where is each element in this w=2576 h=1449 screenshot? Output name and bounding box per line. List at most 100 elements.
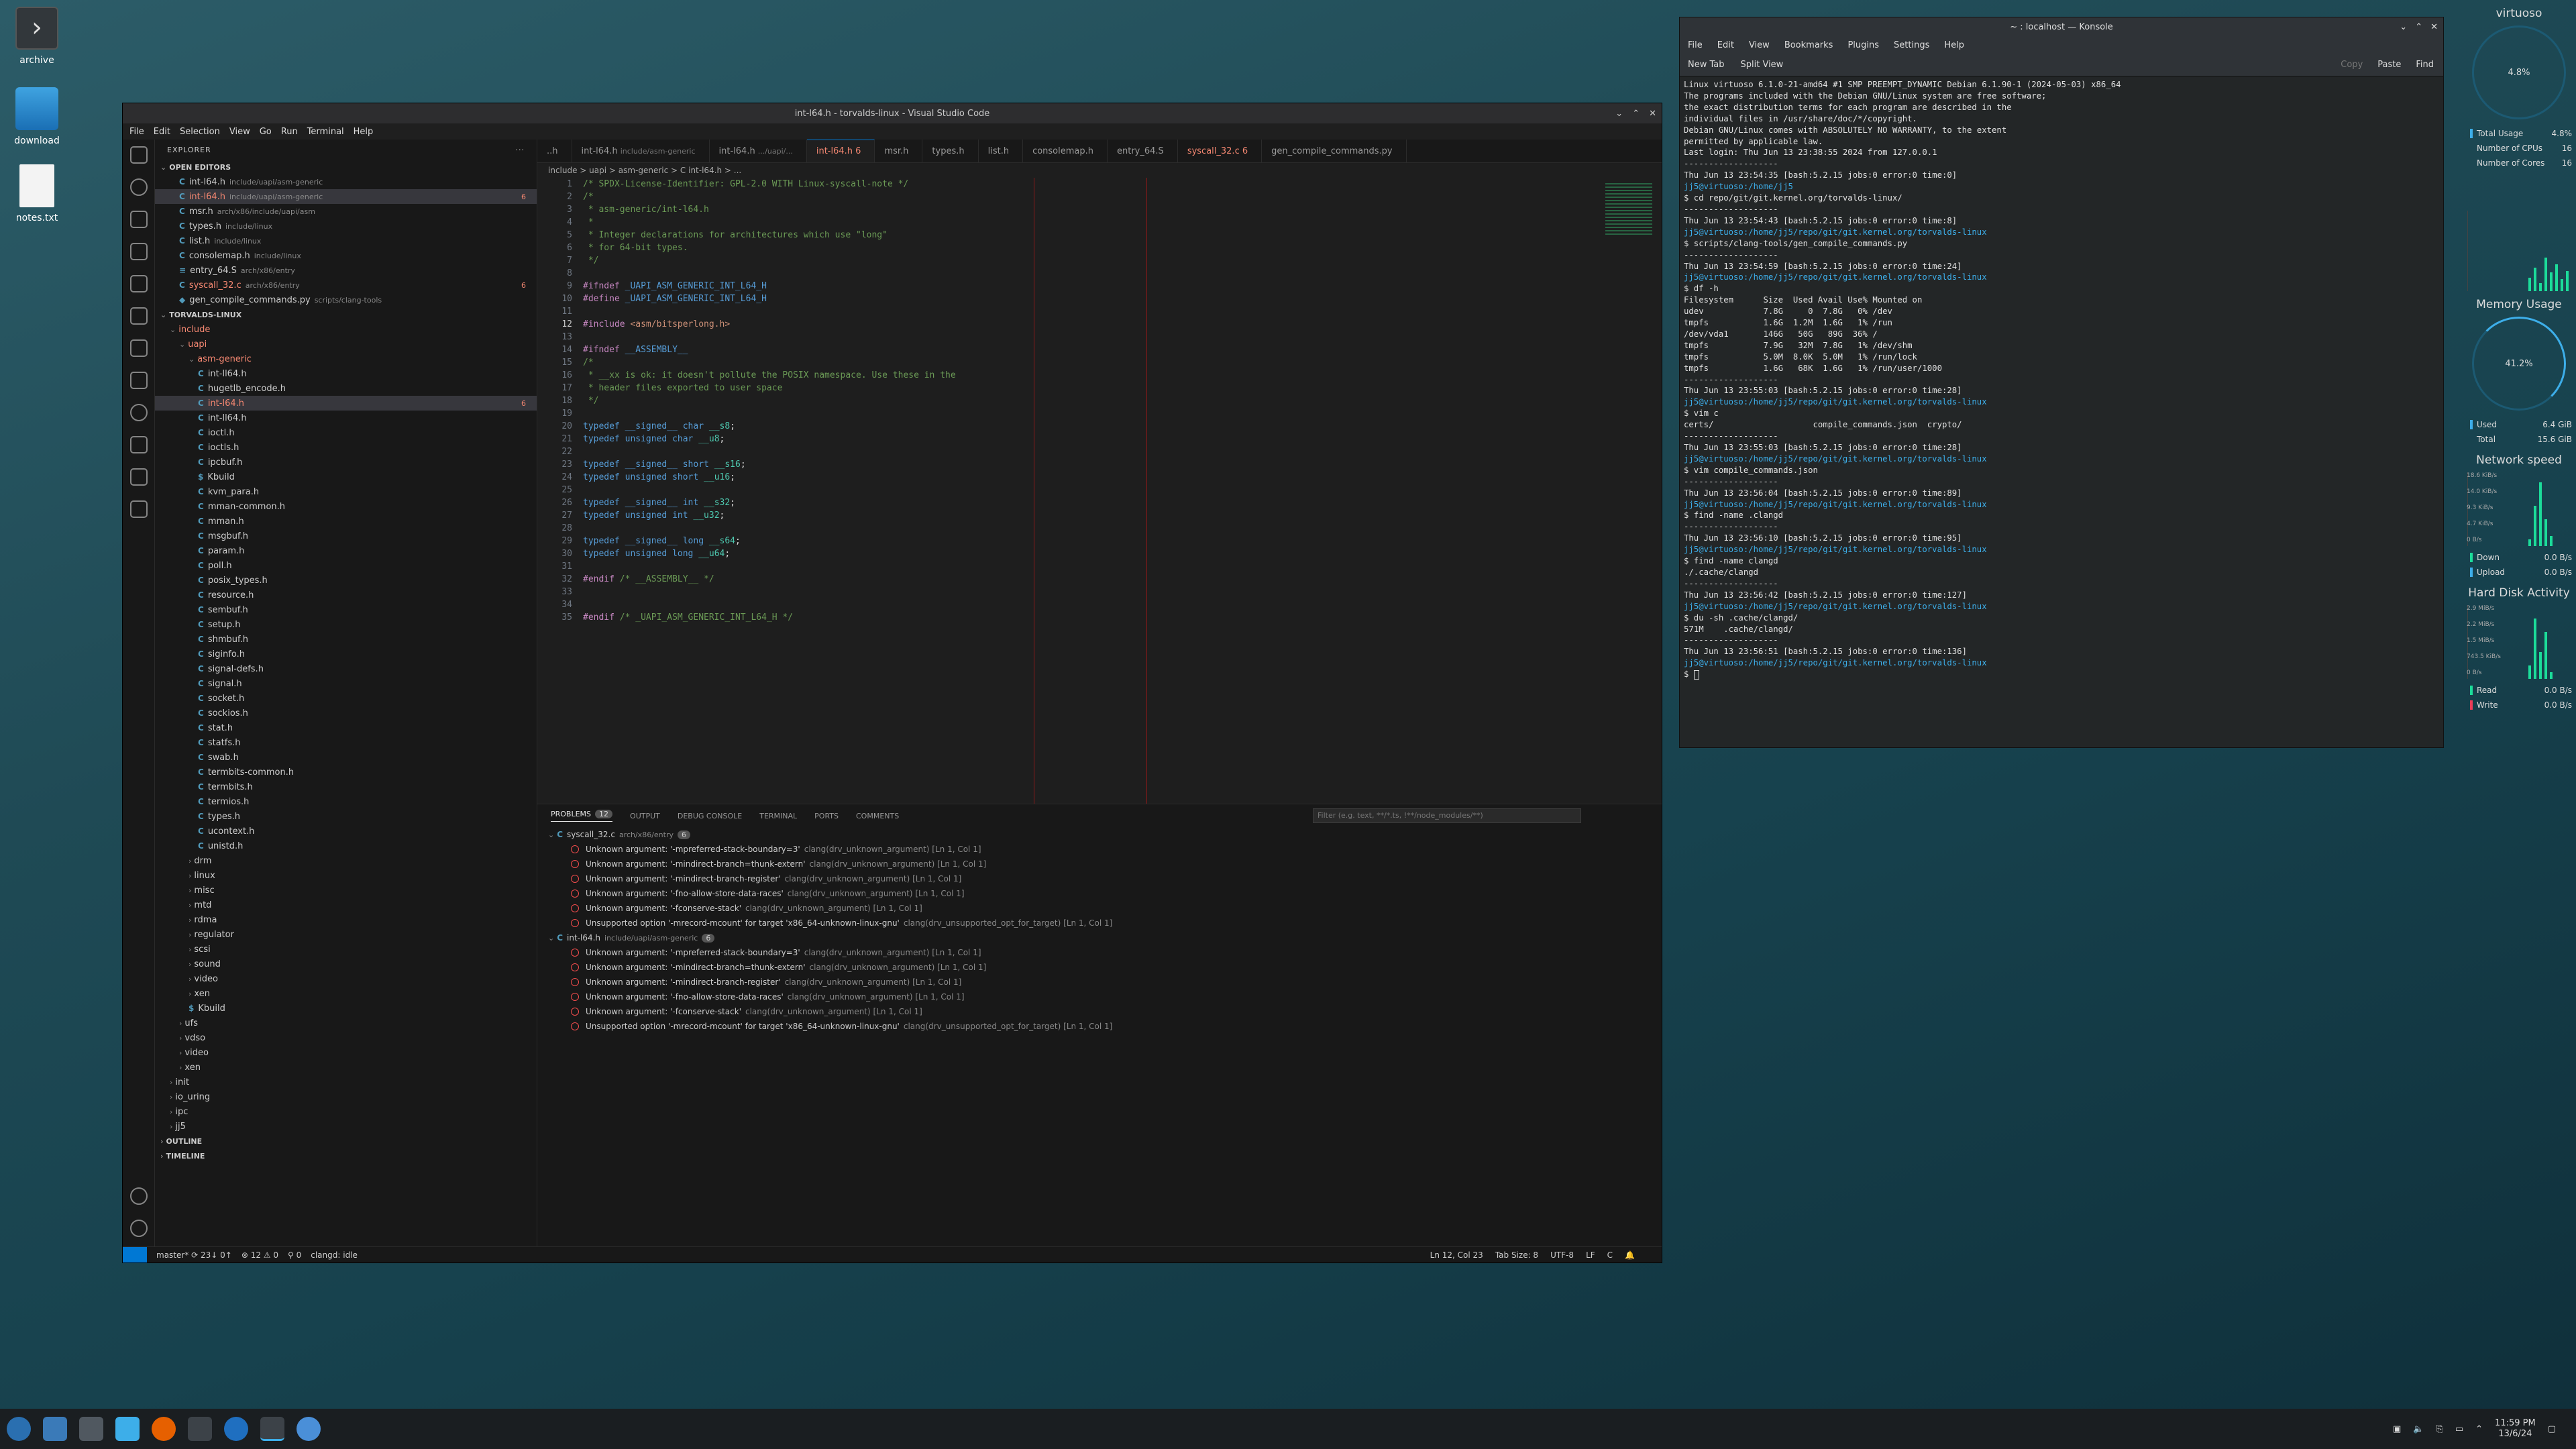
- konsole-titlebar[interactable]: ~ : localhost — Konsole ⌄ ⌃ ✕: [1680, 17, 2443, 36]
- app-launcher-icon[interactable]: [7, 1417, 31, 1441]
- tree-file[interactable]: Csetup.h: [155, 617, 537, 632]
- language-status[interactable]: C: [1607, 1250, 1613, 1260]
- run-debug-icon[interactable]: [129, 243, 148, 260]
- tree-folder[interactable]: ⌄ include: [155, 322, 537, 337]
- problem-item[interactable]: Unknown argument: '-mindirect-branch=thu…: [537, 960, 1662, 975]
- panel-tab-problems[interactable]: PROBLEMS 12: [551, 810, 613, 822]
- firefox-icon[interactable]: [152, 1417, 176, 1441]
- tree-file[interactable]: Cshmbuf.h: [155, 632, 537, 647]
- cursor-position-status[interactable]: Ln 12, Col 23: [1430, 1250, 1483, 1260]
- tree-file[interactable]: Cmman-common.h: [155, 499, 537, 514]
- tree-file[interactable]: Cparam.h: [155, 543, 537, 558]
- tree-folder[interactable]: › drm: [155, 853, 537, 868]
- editor-tab[interactable]: entry_64.S: [1108, 140, 1178, 162]
- tree-file[interactable]: Cunistd.h: [155, 839, 537, 853]
- split-view-button[interactable]: Split View: [1741, 60, 1784, 70]
- tree-folder[interactable]: › xen: [155, 1060, 537, 1075]
- tree-file[interactable]: Ctypes.h: [155, 809, 537, 824]
- tree-file[interactable]: Chugetlb_encode.h: [155, 381, 537, 396]
- tree-file[interactable]: Cresource.h: [155, 588, 537, 602]
- tree-file[interactable]: $ Kbuild: [155, 1001, 537, 1016]
- file-manager-icon[interactable]: [115, 1417, 140, 1441]
- menu-edit[interactable]: Edit: [1717, 40, 1734, 50]
- minimize-icon[interactable]: ⌄: [2400, 22, 2407, 32]
- desktop-pager-icon[interactable]: [43, 1417, 67, 1441]
- github-icon[interactable]: [129, 404, 148, 421]
- editor-tab[interactable]: consolemap.h: [1023, 140, 1108, 162]
- copy-button[interactable]: Copy: [2341, 60, 2363, 70]
- notifications-icon[interactable]: 🔔: [1625, 1250, 1635, 1260]
- code-editor[interactable]: 1 /* SPDX-License-Identifier: GPL-2.0 WIT…: [537, 178, 1662, 804]
- tree-folder[interactable]: › misc: [155, 883, 537, 898]
- tree-folder[interactable]: › linux: [155, 868, 537, 883]
- panel-tab-comments[interactable]: COMMENTS: [856, 812, 899, 820]
- editor-tab[interactable]: ..h: [537, 140, 572, 162]
- menu-file[interactable]: File: [129, 127, 144, 137]
- copilot-icon[interactable]: [129, 468, 148, 486]
- editor-tab[interactable]: types.h: [922, 140, 979, 162]
- tree-file[interactable]: Cint-ll64.h: [155, 411, 537, 425]
- gear-icon[interactable]: [129, 1220, 148, 1237]
- tree-file[interactable]: Csockios.h: [155, 706, 537, 720]
- open-editor-item[interactable]: Ctypes.h include/linux: [155, 219, 537, 233]
- remote-explorer-icon[interactable]: [129, 307, 148, 325]
- editor-tab[interactable]: int-l64.h include/asm-generic: [572, 140, 710, 162]
- problem-item[interactable]: Unsupported option '-mrecord-mcount' for…: [537, 1019, 1662, 1034]
- tree-folder[interactable]: › regulator: [155, 927, 537, 942]
- project-header[interactable]: ⌄ TORVALDS-LINUX: [155, 307, 537, 322]
- tree-file[interactable]: Ctermios.h: [155, 794, 537, 809]
- source-control-icon[interactable]: [129, 211, 148, 228]
- tree-folder[interactable]: › video: [155, 1045, 537, 1060]
- tree-file[interactable]: Ckvm_para.h: [155, 484, 537, 499]
- account-icon[interactable]: [129, 1187, 148, 1205]
- menu-terminal[interactable]: Terminal: [307, 127, 344, 137]
- extensions-icon[interactable]: [129, 275, 148, 292]
- menu-view[interactable]: View: [229, 127, 250, 137]
- show-desktop-icon[interactable]: ▢: [2548, 1424, 2556, 1434]
- maximize-icon[interactable]: ⌃: [2415, 22, 2422, 32]
- vscode-titlebar[interactable]: int-l64.h - torvalds-linux - Visual Stud…: [123, 103, 1662, 123]
- tree-folder[interactable]: › ufs: [155, 1016, 537, 1030]
- minimize-icon[interactable]: ⌄: [1615, 109, 1623, 119]
- desktop-icon-notes[interactable]: notes.txt: [0, 164, 74, 223]
- tree-folder[interactable]: › ipc: [155, 1104, 537, 1119]
- tree-folder[interactable]: › xen: [155, 986, 537, 1001]
- menu-edit[interactable]: Edit: [154, 127, 170, 137]
- menu-help[interactable]: Help: [1944, 40, 1964, 50]
- tree-file[interactable]: Csignal.h: [155, 676, 537, 691]
- problem-item[interactable]: Unknown argument: '-mpreferred-stack-bou…: [537, 945, 1662, 960]
- menu-run[interactable]: Run: [281, 127, 298, 137]
- tree-file[interactable]: Cipcbuf.h: [155, 455, 537, 470]
- remote-indicator-icon[interactable]: [123, 1247, 147, 1263]
- menu-view[interactable]: View: [1749, 40, 1770, 50]
- close-icon[interactable]: ✕: [1649, 109, 1656, 119]
- tree-file[interactable]: Cioctl.h: [155, 425, 537, 440]
- tree-folder[interactable]: › io_uring: [155, 1089, 537, 1104]
- menu-file[interactable]: File: [1688, 40, 1703, 50]
- open-editor-item[interactable]: Cint-l64.h include/uapi/asm-generic: [155, 174, 537, 189]
- open-editor-item[interactable]: Clist.h include/linux: [155, 233, 537, 248]
- problems-filter-input[interactable]: Filter (e.g. text, **/*.ts, !**/node_mod…: [1313, 808, 1581, 823]
- timeline-header[interactable]: › TIMELINE: [155, 1148, 537, 1163]
- tree-file[interactable]: Cpoll.h: [155, 558, 537, 573]
- tree-file[interactable]: Cmman.h: [155, 514, 537, 529]
- tree-folder[interactable]: › jj5: [155, 1119, 537, 1134]
- editor-tab[interactable]: list.h: [979, 140, 1024, 162]
- menu-bookmarks[interactable]: Bookmarks: [1784, 40, 1833, 50]
- task-manager-icon[interactable]: [79, 1417, 103, 1441]
- tree-file[interactable]: Cucontext.h: [155, 824, 537, 839]
- tree-folder[interactable]: › vdso: [155, 1030, 537, 1045]
- konsole-taskbar-icon[interactable]: [188, 1417, 212, 1441]
- tree-file[interactable]: Cint-ll64.h: [155, 366, 537, 381]
- tree-file[interactable]: Csocket.h: [155, 691, 537, 706]
- problem-file-group[interactable]: ⌄ Cint-l64.h include/uapi/asm-generic 6: [537, 930, 1662, 945]
- git-branch-status[interactable]: master* ⟳ 23↓ 0↑: [156, 1250, 232, 1260]
- tree-file[interactable]: $ Kbuild: [155, 470, 537, 484]
- panel-tab-output[interactable]: OUTPUT: [630, 812, 660, 820]
- tree-file[interactable]: Cswab.h: [155, 750, 537, 765]
- tree-folder[interactable]: › rdma: [155, 912, 537, 927]
- clock[interactable]: 11:59 PM 13/6/24: [2495, 1418, 2536, 1440]
- paste-button[interactable]: Paste: [2377, 60, 2401, 70]
- eol-status[interactable]: LF: [1586, 1250, 1595, 1260]
- tree-file[interactable]: Cstatfs.h: [155, 735, 537, 750]
